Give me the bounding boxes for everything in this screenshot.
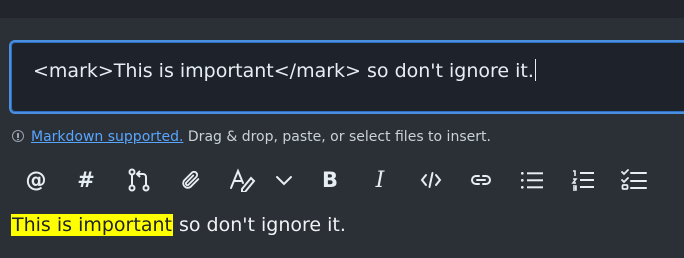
- markdown-supported-link[interactable]: Markdown supported.: [31, 129, 183, 145]
- info-icon: [12, 130, 24, 142]
- hint-text: Drag & drop, paste, or select files to i…: [183, 129, 491, 145]
- mention-glyph: @: [25, 168, 47, 192]
- reference-glyph: #: [77, 168, 95, 192]
- code-icon[interactable]: [414, 164, 448, 196]
- reference-icon[interactable]: #: [69, 164, 103, 196]
- numbered-list-icon[interactable]: [566, 164, 600, 196]
- highlighted-text: This is important: [11, 214, 173, 236]
- task-list-icon[interactable]: [617, 164, 651, 196]
- bold-icon[interactable]: B: [313, 164, 347, 196]
- preview-text: so don't ignore it.: [172, 214, 346, 236]
- editor-value: <mark>This is important</mark> so don't …: [33, 60, 534, 82]
- markdown-preview: This is important so don't ignore it.: [11, 212, 346, 238]
- bulleted-list-icon[interactable]: [515, 164, 549, 196]
- cross-reference-icon[interactable]: [122, 164, 156, 196]
- mention-icon[interactable]: @: [19, 164, 53, 196]
- editor-content[interactable]: <mark>This is important</mark> so don't …: [33, 59, 536, 82]
- bold-glyph: B: [321, 168, 338, 192]
- header-strip: [0, 0, 684, 18]
- text-caret: [534, 59, 536, 81]
- markdown-editor-textarea[interactable]: <mark>This is important</mark> so don't …: [9, 40, 684, 114]
- italic-icon[interactable]: I: [363, 164, 397, 196]
- chevron-down-icon[interactable]: [267, 164, 301, 196]
- text-style-icon[interactable]: [226, 164, 260, 196]
- markdown-hint: Markdown supported. Drag & drop, paste, …: [12, 128, 491, 146]
- link-icon[interactable]: [464, 164, 498, 196]
- italic-glyph: I: [375, 167, 385, 193]
- attach-icon[interactable]: [174, 164, 208, 196]
